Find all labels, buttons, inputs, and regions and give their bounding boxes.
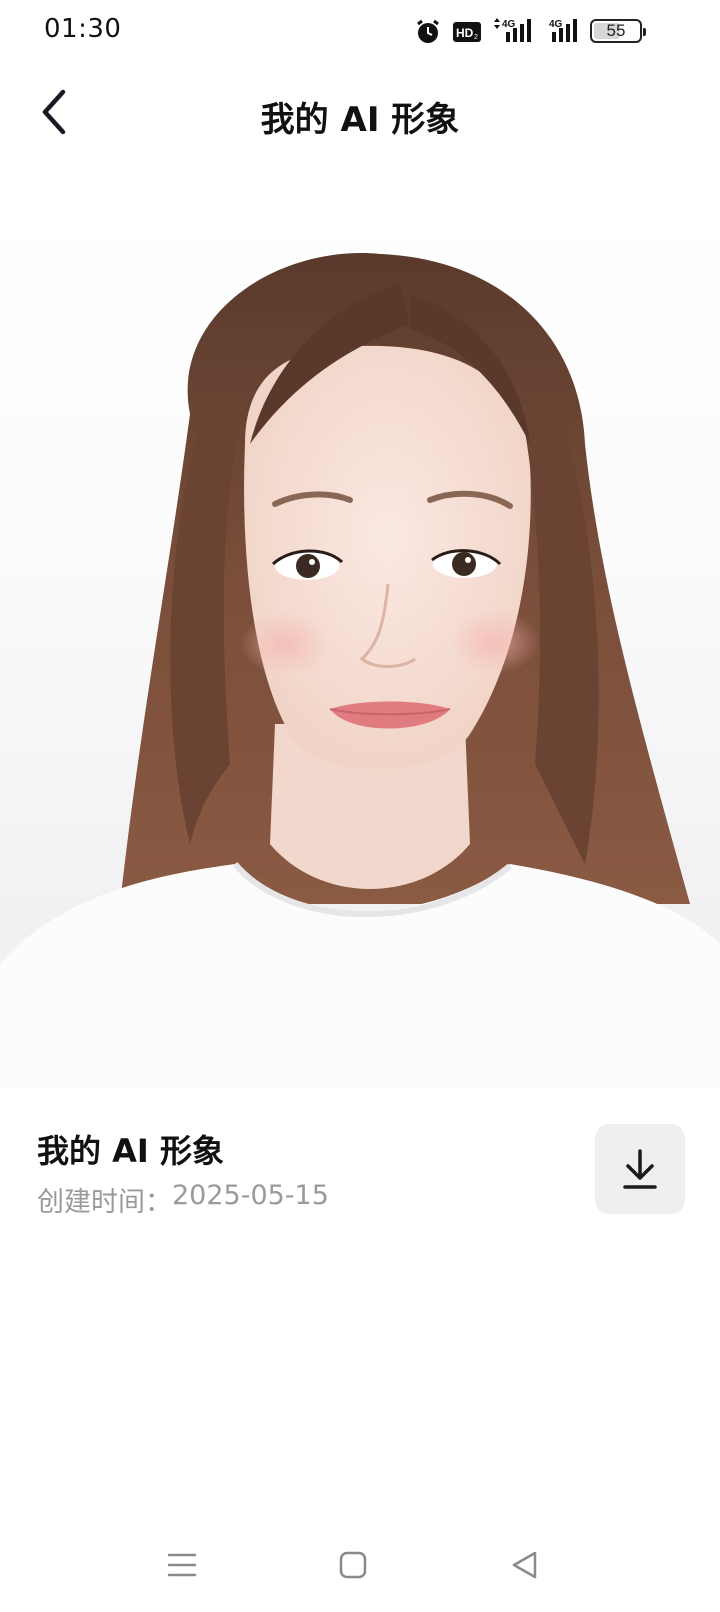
back-nav-button[interactable] <box>500 1542 550 1588</box>
battery-icon: 55 <box>590 19 646 43</box>
home-button[interactable] <box>328 1542 378 1588</box>
home-square-icon <box>339 1551 367 1579</box>
battery-level: 55 <box>606 21 626 40</box>
download-button[interactable] <box>595 1124 685 1214</box>
image-title: 我的 AI 形象 <box>37 1132 224 1170</box>
back-triangle-icon <box>512 1551 537 1579</box>
ai-portrait-image <box>0 204 720 1088</box>
signal-4g-icon: 4G <box>492 16 538 44</box>
menu-button[interactable] <box>157 1542 207 1588</box>
menu-icon <box>167 1553 197 1577</box>
status-time: 01:30 <box>44 14 122 44</box>
header: 我的 AI 形象 <box>0 70 720 160</box>
hd-icon: HD 2 <box>452 21 482 43</box>
svg-text:2: 2 <box>474 34 478 41</box>
created-date-label: 创建时间： <box>37 1187 172 1218</box>
page-title: 我的 AI 形象 <box>260 100 460 140</box>
alarm-icon <box>414 18 442 46</box>
download-icon <box>623 1149 657 1189</box>
system-nav-bar <box>0 1526 720 1602</box>
created-date-value: 2025-05-15 <box>172 1180 329 1211</box>
signal-4g-icon: 4G <box>548 16 588 44</box>
svg-text:HD: HD <box>456 26 474 40</box>
status-bar: 01:30 HD 2 4G 4G 55 <box>0 0 720 64</box>
created-date: 创建时间： 2025-05-15 <box>37 1180 329 1219</box>
